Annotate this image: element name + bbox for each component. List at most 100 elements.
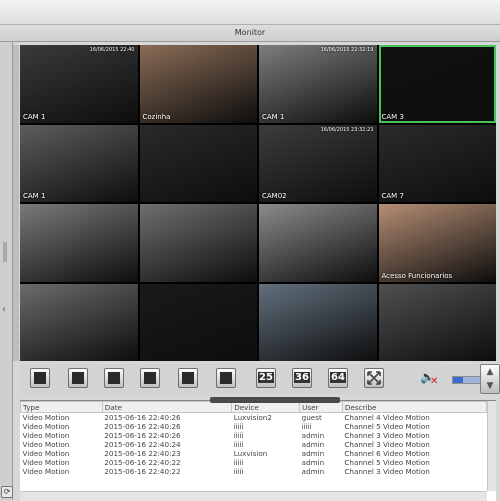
camera-grid: 16/06/2015 22:40 CAM 1 Cozinha 16/06/2015 2… [20, 45, 496, 361]
spinner-arrows-icon[interactable]: ▲ ▼ [480, 364, 500, 394]
layout-9-button[interactable] [140, 368, 160, 388]
layout-6-button[interactable] [104, 368, 124, 388]
camera-label: CAM 7 [381, 192, 404, 200]
table-cell: 2015-06-16 22:40:22 [104, 467, 181, 476]
table-cell: iiiii [233, 422, 244, 431]
layout-count-label: 36 [294, 372, 310, 383]
camera-label: CAM 3 [381, 112, 404, 121]
camera-tile[interactable]: CAM 7 [378, 124, 496, 202]
table-row[interactable]: Video Motion 2015-06-16 22:40:24 iiiii admi… [21, 440, 487, 449]
grid-layout-icon [144, 372, 156, 384]
table-cell: guest [301, 413, 322, 422]
layout-count-label: 64 [330, 372, 346, 383]
event-log: Type Date Device User Describe Video Motion 2… [20, 397, 496, 501]
layout-16-button[interactable] [216, 368, 236, 388]
table-cell: Video Motion [22, 449, 70, 458]
table-row[interactable]: Video Motion 2015-06-16 22:40:22 iiiii admi… [21, 467, 487, 476]
table-cell: admin [301, 440, 325, 449]
table-cell: Video Motion [22, 422, 70, 431]
table-vertical-scrollbar[interactable] [487, 401, 496, 491]
table-cell: Channel 6 Video Motion [344, 449, 430, 458]
fullscreen-button[interactable] [364, 368, 384, 388]
layout-1-button[interactable] [30, 368, 50, 388]
layout-64-button[interactable]: 64 [328, 368, 348, 388]
panel-grip[interactable] [3, 242, 7, 262]
camera-label: Cozinha [142, 112, 171, 121]
table-cell: iiiii [301, 422, 312, 431]
camera-tile[interactable] [259, 283, 377, 361]
event-table: Type Date Device User Describe Video Motion 2… [20, 401, 488, 476]
column-header[interactable]: Device [231, 401, 301, 413]
table-cell: admin [301, 449, 325, 458]
table-cell: Channel 5 Video Motion [344, 422, 430, 431]
window-title: Monitor [234, 28, 266, 37]
video-scrollbar[interactable] [13, 45, 19, 361]
table-cell: admin [301, 431, 325, 440]
camera-tile[interactable] [20, 283, 138, 361]
grid-layout-icon [108, 372, 120, 384]
camera-tile[interactable] [139, 204, 257, 282]
column-header[interactable]: Date [101, 401, 233, 413]
table-row[interactable]: Video Motion 2015-06-16 22:40:22 iiiii admi… [21, 458, 487, 467]
table-row[interactable]: Video Motion 2015-06-16 22:40:26 iiiii admi… [21, 431, 487, 440]
grid-layout-icon [182, 372, 194, 384]
table-row[interactable]: Video Motion 2015-06-16 22:40:26 Luxvision… [21, 413, 487, 422]
layout-toolbar: 🔈 ✕ ▲ ▼ 25 36 64 [20, 364, 500, 394]
table-cell: iiiii [233, 431, 244, 440]
layout-13-button[interactable] [178, 368, 198, 388]
side-panel: ‹ ⟳ [0, 42, 13, 500]
collapse-arrow-icon[interactable]: ‹ [2, 304, 6, 315]
camera-tile[interactable]: 16/06/2015 22:40 CAM 1 [20, 45, 138, 123]
table-cell: Video Motion [22, 440, 70, 449]
camera-tile[interactable]: CAM 3 [378, 45, 496, 123]
camera-label: CAM 1 [23, 112, 46, 121]
table-cell: 2015-06-16 22:40:22 [104, 458, 181, 467]
layout-count-label: 25 [258, 372, 274, 383]
table-cell: Video Motion [22, 467, 70, 476]
camera-tile[interactable] [378, 283, 496, 361]
table-row[interactable]: Video Motion 2015-06-16 22:40:26 iiiii iiii… [21, 422, 487, 431]
table-cell: 2015-06-16 22:40:26 [104, 422, 181, 431]
table-cell: Video Motion [22, 431, 70, 440]
layout-36-button[interactable]: 36 [292, 368, 312, 388]
title-divider [0, 24, 500, 25]
layout-25-button[interactable]: 25 [256, 368, 276, 388]
camera-tile[interactable] [20, 204, 138, 282]
table-cell: Channel 4 Video Motion [344, 413, 430, 422]
camera-tile[interactable] [259, 204, 377, 282]
table-row[interactable]: Video Motion 2015-06-16 22:40:23 Luxvision… [21, 449, 487, 458]
camera-tile[interactable] [139, 124, 257, 202]
column-header[interactable]: User [299, 401, 343, 413]
table-cell: iiiii [233, 458, 244, 467]
camera-tile[interactable]: 16/06/2015 22:32:19 CAM 1 [259, 45, 377, 123]
table-cell: 2015-06-16 22:40:26 [104, 413, 181, 422]
table-cell: iiiii [233, 467, 244, 476]
mute-x-icon: ✕ [430, 376, 439, 387]
camera-label: CAM 1 [23, 192, 46, 200]
fullscreen-icon [367, 371, 381, 385]
table-cell: Video Motion [22, 413, 70, 422]
camera-tile[interactable]: Acesso Funcionarios [378, 204, 496, 282]
table-cell: admin [301, 458, 325, 467]
refresh-icon[interactable]: ⟳ [1, 486, 13, 498]
table-cell: Channel 3 Video Motion [344, 467, 430, 476]
table-cell: Channel 5 Video Motion [344, 458, 430, 467]
title-bar: Monitor [0, 0, 500, 42]
table-cell: Luxvision [233, 449, 268, 458]
splitter-handle[interactable] [210, 397, 340, 403]
column-header[interactable]: Describe [341, 401, 488, 413]
table-cell: Channel 3 Video Motion [344, 440, 430, 449]
camera-tile[interactable]: CAM 1 [20, 124, 138, 202]
camera-tile[interactable] [139, 283, 257, 361]
table-cell: admin [301, 467, 325, 476]
layout-4-button[interactable] [68, 368, 88, 388]
camera-tile[interactable]: 16/06/2015 23:32:23 CAM02 [259, 124, 377, 202]
table-cell: Channel 3 Video Motion [344, 431, 430, 440]
table-cell: iiiii [233, 440, 244, 449]
camera-timestamp: 16/06/2015 22:40 [89, 47, 135, 53]
camera-timestamp: 16/06/2015 22:32:19 [320, 47, 374, 53]
column-header[interactable]: Type [20, 401, 103, 413]
table-cell: 2015-06-16 22:40:23 [104, 449, 181, 458]
camera-tile[interactable]: Cozinha [139, 45, 257, 123]
table-cell: 2015-06-16 22:40:24 [104, 440, 181, 449]
